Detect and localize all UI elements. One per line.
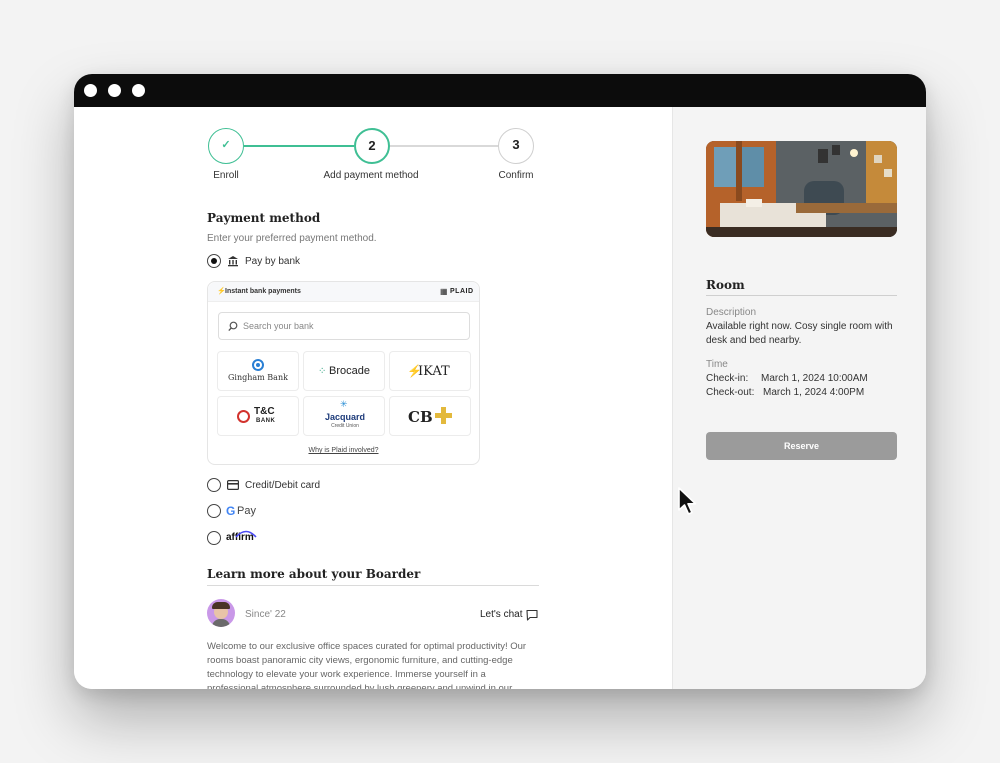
title-bar bbox=[74, 74, 926, 107]
search-icon bbox=[228, 321, 238, 332]
affirm-arc-icon bbox=[235, 530, 257, 538]
google-g-icon: G bbox=[226, 504, 236, 518]
bank-tile-cb[interactable]: CB bbox=[389, 396, 471, 436]
checkin-label: Check-in: bbox=[706, 373, 749, 384]
lets-chat-button[interactable]: Let's chat bbox=[480, 609, 523, 620]
boarder-since: Since' 22 bbox=[245, 609, 286, 620]
room-description: Available right now. Cosy single room wi… bbox=[706, 321, 893, 346]
checkout-value: March 1, 2024 4:00PM bbox=[763, 387, 865, 398]
bank-tile-gingham[interactable]: Gingham Bank bbox=[217, 351, 299, 391]
room-title: Room bbox=[706, 278, 745, 292]
credit-card-radio[interactable] bbox=[207, 478, 221, 492]
bank-tile-brocade[interactable]: ⁘ Brocade bbox=[303, 351, 385, 391]
step-2-circle[interactable]: 2 bbox=[354, 128, 390, 164]
step-connector-1 bbox=[244, 145, 354, 147]
bank-name-cb: CB bbox=[408, 408, 433, 426]
payment-method-title: Payment method bbox=[207, 211, 321, 225]
window-dot-maximize[interactable] bbox=[132, 84, 145, 97]
main-panel: ✓ Enroll 2 Add payment method 3 Confirm … bbox=[74, 107, 672, 689]
boarder-divider bbox=[207, 585, 539, 586]
bank-icon bbox=[228, 256, 238, 267]
boarder-bio: Welcome to our exclusive office spaces c… bbox=[207, 641, 527, 689]
bank-tile-tc[interactable]: T&C BANK bbox=[217, 396, 299, 436]
google-pay-label[interactable]: Pay bbox=[237, 505, 256, 517]
bank-tile-ikat[interactable]: ⚡ IKAT bbox=[389, 351, 471, 391]
bank-search-placeholder: Search your bank bbox=[243, 321, 314, 331]
step-connector-2 bbox=[390, 145, 500, 147]
bank-tile-jacquard[interactable]: ✳ Jacquard Credit Union bbox=[303, 396, 385, 436]
affirm-radio[interactable] bbox=[207, 531, 221, 545]
check-icon: ✓ bbox=[221, 139, 231, 151]
tc-logo-icon bbox=[237, 410, 250, 423]
boarder-avatar bbox=[207, 599, 235, 627]
jacquard-logo-icon: ✳ bbox=[340, 399, 348, 409]
cb-plus-logo-icon bbox=[435, 407, 452, 424]
window-dot-minimize[interactable] bbox=[108, 84, 121, 97]
step-3-label: Confirm bbox=[498, 170, 534, 181]
plaid-header: ⚡ Instant bank payments ▦ PLAID bbox=[208, 282, 479, 302]
chat-bubble-icon[interactable] bbox=[526, 609, 538, 621]
checkin-value: March 1, 2024 10:00AM bbox=[761, 373, 868, 384]
time-label: Time bbox=[706, 359, 728, 370]
step-3-circle[interactable]: 3 bbox=[498, 128, 534, 164]
brocade-logo-icon: ⁘ bbox=[318, 366, 327, 377]
bank-name-tc: T&C bbox=[254, 406, 275, 417]
credit-card-label[interactable]: Credit/Debit card bbox=[245, 480, 320, 491]
reserve-button[interactable]: Reserve bbox=[706, 432, 897, 460]
boarder-section-title: Learn more about your Boarder bbox=[207, 567, 421, 581]
step-1-label: Enroll bbox=[213, 170, 239, 181]
plaid-logo-icon: ▦ bbox=[440, 287, 448, 296]
room-photo bbox=[706, 141, 897, 237]
bank-name-brocade: Brocade bbox=[329, 365, 370, 377]
step-1-circle[interactable]: ✓ bbox=[208, 128, 244, 164]
gingham-logo-icon bbox=[252, 359, 264, 371]
bank-name-ikat: IKAT bbox=[418, 364, 450, 379]
google-pay-radio[interactable] bbox=[207, 504, 221, 518]
room-divider bbox=[706, 295, 897, 296]
why-plaid-link[interactable]: Why is Plaid involved? bbox=[208, 447, 479, 454]
pay-by-bank-label[interactable]: Pay by bank bbox=[245, 256, 300, 267]
card-icon bbox=[227, 480, 239, 490]
bank-sub-tc: BANK bbox=[256, 418, 276, 424]
checkout-label: Check-out: bbox=[706, 387, 755, 398]
window-dot-close[interactable] bbox=[84, 84, 97, 97]
step-2-label: Add payment method bbox=[323, 170, 419, 181]
bank-sub-jacquard: Credit Union bbox=[331, 423, 359, 429]
browser-window: ✓ Enroll 2 Add payment method 3 Confirm … bbox=[74, 74, 926, 689]
room-sidebar: Room Description Available right now. Co… bbox=[672, 107, 926, 689]
bank-name-jacquard: Jacquard bbox=[324, 412, 366, 422]
pay-by-bank-radio[interactable] bbox=[207, 254, 221, 268]
bank-search-input[interactable]: Search your bank bbox=[218, 312, 470, 340]
description-label: Description bbox=[706, 307, 757, 318]
payment-method-subtitle: Enter your preferred payment method. bbox=[207, 233, 377, 244]
plaid-header-text: Instant bank payments bbox=[225, 288, 301, 295]
bank-name-gingham: Gingham Bank bbox=[228, 373, 288, 382]
mouse-cursor-icon bbox=[678, 487, 697, 515]
plaid-brand: PLAID bbox=[450, 288, 474, 295]
plaid-widget: ⚡ Instant bank payments ▦ PLAID Search y… bbox=[207, 281, 480, 465]
